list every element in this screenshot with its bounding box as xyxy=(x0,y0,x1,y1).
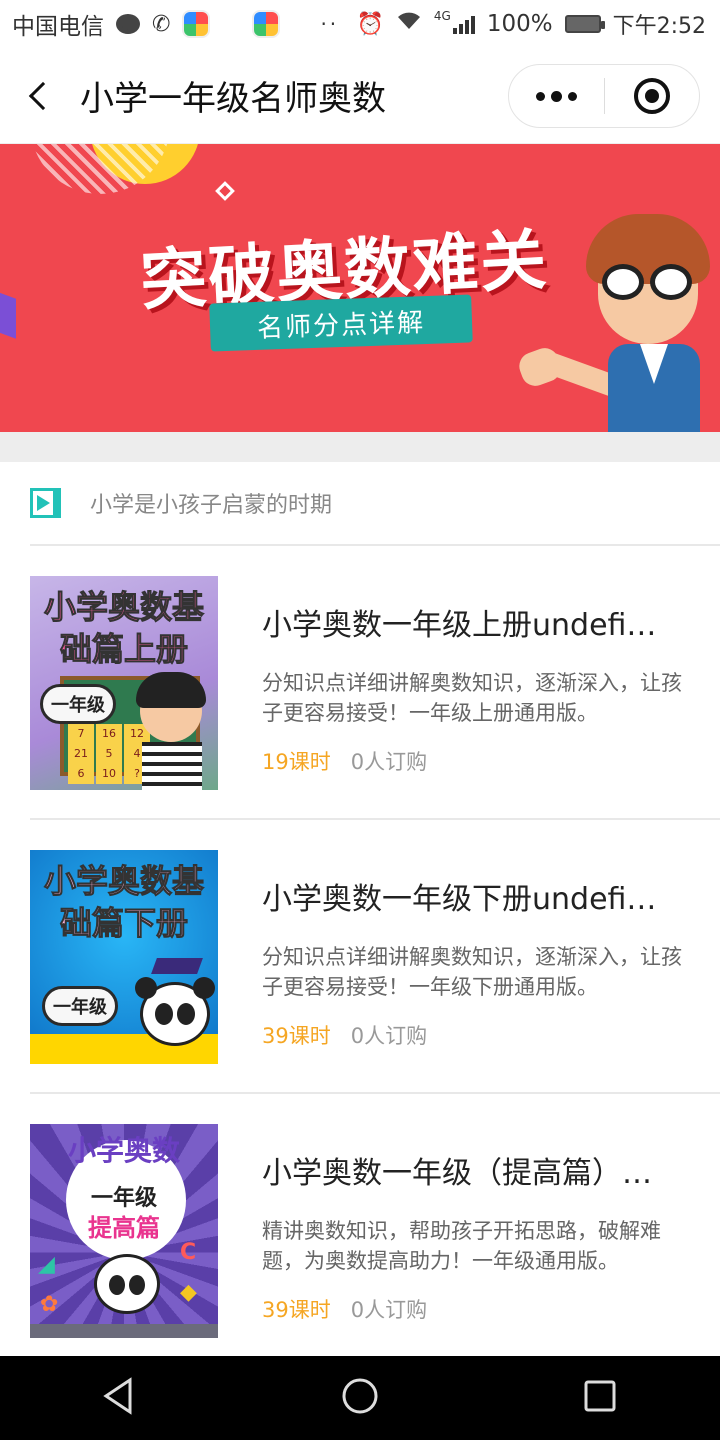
signal-icon xyxy=(452,14,475,34)
navigation-bar: 小学一年级名师奥数 xyxy=(0,48,720,144)
mini-program-capsule xyxy=(508,64,700,128)
battery-icon xyxy=(564,15,605,33)
close-target-icon xyxy=(633,78,670,114)
glasses-icon xyxy=(602,264,694,300)
clock: 下午2:52 xyxy=(612,14,706,39)
course-title: 小学奥数一年级下册undefi… xyxy=(262,882,657,917)
graduation-cap-icon xyxy=(151,958,203,974)
promo-banner[interactable]: 突破奥数难关 名师分点详解 xyxy=(0,144,720,432)
back-button[interactable] xyxy=(0,48,80,144)
more-dot-icon xyxy=(567,91,577,101)
battery-percent: 100% xyxy=(486,11,553,37)
alarm-icon: ⏰ xyxy=(356,11,384,37)
decor-diamond xyxy=(215,181,235,201)
triangle-back-icon xyxy=(103,1377,132,1415)
course-title: 小学奥数一年级上册undefi… xyxy=(262,608,657,643)
course-list: 7 16 12 21 5 4 6 10 ? 小学奥数基础篇上册 一年级 小学奥数… xyxy=(0,546,720,1368)
wifi-icon xyxy=(396,11,422,37)
section-gap xyxy=(0,432,720,462)
thumbnail-level: 提高篇 xyxy=(88,1214,160,1242)
lesson-count: 39课时 xyxy=(262,1024,331,1048)
course-thumbnail: 小学奥数 一年级 提高篇 ◢ C ✿ ◆ xyxy=(30,1124,218,1338)
system-back-button[interactable] xyxy=(100,1376,140,1420)
close-button[interactable] xyxy=(605,78,700,114)
page-title: 小学一年级名师奥数 xyxy=(80,79,386,119)
subscriber-count: 0人订购 xyxy=(350,1298,428,1322)
course-thumbnail: 7 16 12 21 5 4 6 10 ? 小学奥数基础篇上册 一年级 xyxy=(30,576,218,790)
kid-shirt xyxy=(142,742,202,790)
video-play-icon xyxy=(30,488,62,518)
grade-bubble: 一年级 xyxy=(40,684,116,724)
more-dot-icon xyxy=(550,90,562,102)
course-item[interactable]: 7 16 12 21 5 4 6 10 ? 小学奥数基础篇上册 一年级 小学奥数… xyxy=(30,546,720,820)
teacher-hand xyxy=(515,344,565,390)
number-tile: 21 xyxy=(68,744,94,764)
course-info: 小学奥数一年级下册undefi… 分知识点详细讲解奥数知识，逐渐深入，让孩子更容… xyxy=(262,850,720,1050)
decor-stripe xyxy=(30,144,170,194)
thumbnail-title: 小学奥数基础篇上册 xyxy=(43,588,204,669)
number-tile: 6 xyxy=(68,764,94,784)
status-bar: 中国电信 ✆ ·· ⏰ 4G 100% 下午2:52 xyxy=(0,0,720,48)
number-tile: 10 xyxy=(96,764,122,784)
course-title: 小学奥数一年级（提高篇）… xyxy=(262,1156,652,1191)
decor-shape: ◢ xyxy=(38,1252,55,1277)
thumbnail-title: 小学奥数基础篇下册 xyxy=(43,862,204,943)
number-tile: 16 xyxy=(96,724,122,744)
course-info: 小学奥数一年级上册undefi… 分知识点详细讲解奥数知识，逐渐深入，让孩子更容… xyxy=(262,576,720,776)
decor-shape: ◆ xyxy=(180,1280,197,1305)
kid-hair xyxy=(136,672,206,708)
number-tile: 7 xyxy=(68,724,94,744)
number-tile: 5 xyxy=(96,744,122,764)
course-meta: 39课时 0人订购 xyxy=(262,1294,690,1324)
course-description: 分知识点详细讲解奥数知识，逐渐深入，让孩子更容易接受！一年级下册通用版。 xyxy=(262,945,682,999)
system-navigation-bar xyxy=(0,1356,720,1440)
subscriber-count: 0人订购 xyxy=(350,1024,428,1048)
more-dot-icon xyxy=(535,91,545,101)
course-meta: 19课时 0人订购 xyxy=(262,746,690,776)
missed-call-icon: ✆ xyxy=(152,11,171,37)
thumbnail-title: 小学奥数 xyxy=(67,1134,180,1167)
section-heading: 小学是小孩子启蒙的时期 xyxy=(90,493,333,518)
panda-illustration xyxy=(135,977,215,1046)
desk-base xyxy=(30,1324,218,1338)
lesson-count: 19课时 xyxy=(262,750,331,774)
grade-bubble: 一年级 xyxy=(42,986,118,1026)
circle-home-icon xyxy=(342,1378,378,1414)
app-icon xyxy=(182,10,211,38)
app-icon xyxy=(252,10,281,38)
message-icon xyxy=(116,14,140,34)
course-thumbnail: 小学奥数基础篇下册 一年级 xyxy=(30,850,218,1064)
banner-subtitle: 名师分点详解 xyxy=(209,294,473,352)
decor-gem xyxy=(0,289,16,339)
course-info: 小学奥数一年级（提高篇）… 精讲奥数知识，帮助孩子开拓思路，破解难题，为奥数提高… xyxy=(262,1124,720,1324)
carrier-label: 中国电信 xyxy=(12,14,104,40)
decor-shape: ✿ xyxy=(40,1292,59,1317)
course-item[interactable]: 小学奥数基础篇下册 一年级 小学奥数一年级下册undefi… 分知识点详细讲解奥… xyxy=(30,820,720,1094)
course-meta: 39课时 0人订购 xyxy=(262,1020,690,1050)
panda-illustration xyxy=(94,1254,160,1314)
system-recents-button[interactable] xyxy=(580,1376,620,1420)
more-button[interactable] xyxy=(509,90,604,102)
subscriber-count: 0人订购 xyxy=(350,750,428,774)
more-icon: ·· xyxy=(320,12,340,36)
decor-shape: C xyxy=(180,1240,197,1265)
square-recents-icon xyxy=(584,1380,616,1412)
course-description: 精讲奥数知识，帮助孩子开拓思路，破解难题，为奥数提高助力！一年级通用版。 xyxy=(262,1219,661,1273)
course-item[interactable]: 小学奥数 一年级 提高篇 ◢ C ✿ ◆ 小学奥数一年级（提高篇）… 精讲奥数知… xyxy=(30,1094,720,1368)
lesson-count: 39课时 xyxy=(262,1298,331,1322)
network-type-label: 4G xyxy=(433,9,451,23)
course-description: 分知识点详细讲解奥数知识，逐渐深入，让孩子更容易接受！一年级上册通用版。 xyxy=(262,671,682,725)
back-arrow-icon xyxy=(28,81,58,110)
system-home-button[interactable] xyxy=(340,1376,380,1420)
section-header: 小学是小孩子启蒙的时期 xyxy=(30,462,720,546)
